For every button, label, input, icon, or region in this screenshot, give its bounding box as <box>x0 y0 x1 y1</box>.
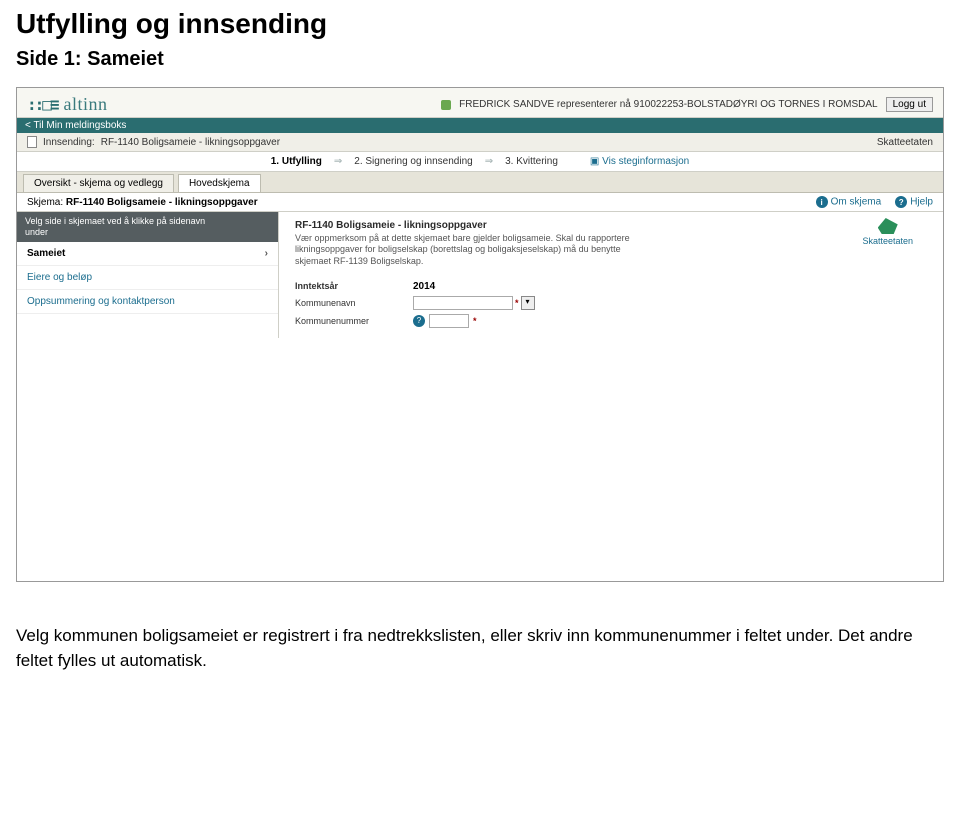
step-2: 2. Signering og innsending <box>354 156 472 167</box>
field-year: Inntektsår 2014 <box>295 279 927 294</box>
field-label-kommunenummer: Kommunenummer <box>295 316 405 326</box>
logo-text: altinn <box>64 94 108 115</box>
schema-bar: Skjema: RF-1140 Boligsameie - likningsop… <box>17 193 943 212</box>
logout-button[interactable]: Logg ut <box>886 97 933 112</box>
info-icon: i <box>816 196 828 208</box>
chevron-right-icon: › <box>265 248 268 259</box>
tabs-bar: Oversikt - skjema og vedlegg Hovedskjema <box>17 172 943 193</box>
sidebar: Velg side i skjemaet ved å klikke på sid… <box>17 212 279 338</box>
arrow-icon: ⇒ <box>485 156 493 167</box>
doc-subtitle: Side 1: Sameiet <box>0 44 960 87</box>
sidebar-item-label: Eiere og beløp <box>27 272 92 283</box>
back-link[interactable]: < Til Min meldingsboks <box>25 120 126 131</box>
tab-overview[interactable]: Oversikt - skjema og vedlegg <box>23 174 174 192</box>
kommunenummer-input[interactable] <box>429 314 469 328</box>
logo[interactable]: ::□≡ altinn <box>27 94 108 115</box>
form-note: Vær oppmerksom på at dette skjemaet bare… <box>295 233 655 267</box>
steps-bar: 1. Utfylling ⇒ 2. Signering og innsendin… <box>17 152 943 172</box>
dropdown-button[interactable]: ▾ <box>521 296 535 310</box>
document-icon <box>27 136 37 148</box>
logo-icon: ::□≡ <box>27 95 58 114</box>
agency-logo-icon <box>878 218 898 234</box>
kommunenavn-input[interactable] <box>413 296 513 310</box>
back-bar: < Til Min meldingsboks <box>17 118 943 133</box>
arrow-icon: ⇒ <box>334 156 342 167</box>
sidebar-item-label: Sameiet <box>27 248 65 259</box>
help-link[interactable]: ?Hjelp <box>895 196 933 208</box>
content-row: Velg side i skjemaet ved å klikke på sid… <box>17 212 943 338</box>
agency-block: Skatteetaten <box>862 218 913 246</box>
app-frame: ::□≡ altinn FREDRICK SANDVE representere… <box>16 87 944 582</box>
step-1: 1. Utfylling <box>271 156 322 167</box>
sending-bar: Innsending: RF-1140 Boligsameie - liknin… <box>17 133 943 152</box>
doc-title: Utfylling og innsending <box>0 0 960 44</box>
user-representation: FREDRICK SANDVE representerer nå 9100222… <box>459 99 877 110</box>
about-schema-link[interactable]: iOm skjema <box>816 196 882 208</box>
field-label-kommunenavn: Kommunenavn <box>295 298 405 308</box>
sending-label: Innsending: <box>43 137 95 148</box>
field-kommunenavn: Kommunenavn * ▾ <box>295 294 927 312</box>
sidebar-item-label: Oppsummering og kontaktperson <box>27 296 175 307</box>
topbar: ::□≡ altinn FREDRICK SANDVE representere… <box>17 88 943 118</box>
agency-name: Skatteetaten <box>862 236 913 246</box>
field-label-year: Inntektsår <box>295 281 405 291</box>
required-mark: * <box>473 316 477 326</box>
sidebar-item-sameiet[interactable]: Sameiet › <box>17 242 278 266</box>
sending-title: RF-1140 Boligsameie - likningsoppgaver <box>101 137 280 148</box>
sidebar-head: Velg side i skjemaet ved å klikke på sid… <box>17 212 278 242</box>
sidebar-item-eiere[interactable]: Eiere og beløp <box>17 266 278 290</box>
step-3: 3. Kvittering <box>505 156 558 167</box>
person-icon <box>441 100 451 110</box>
agency-right: Skatteetaten <box>877 137 933 148</box>
help-icon: ? <box>895 196 907 208</box>
field-help-icon[interactable]: ? <box>413 315 425 327</box>
required-mark: * <box>515 298 519 308</box>
schema-title: RF-1140 Boligsameie - likningsoppgaver <box>66 197 258 208</box>
main-pane: Skatteetaten RF-1140 Boligsameie - likni… <box>279 212 943 338</box>
field-value-year: 2014 <box>413 281 435 292</box>
schema-label: Skjema: <box>27 197 63 208</box>
field-kommunenummer: Kommunenummer ? * <box>295 312 927 330</box>
form-title: RF-1140 Boligsameie - likningsoppgaver <box>295 220 927 231</box>
doc-paragraph: Velg kommunen boligsameiet er registrert… <box>0 606 960 691</box>
step-info-link[interactable]: ▣ Vis steginformasjon <box>590 156 689 167</box>
tab-main[interactable]: Hovedskjema <box>178 174 261 192</box>
sidebar-item-oppsummering[interactable]: Oppsummering og kontaktperson <box>17 290 278 314</box>
